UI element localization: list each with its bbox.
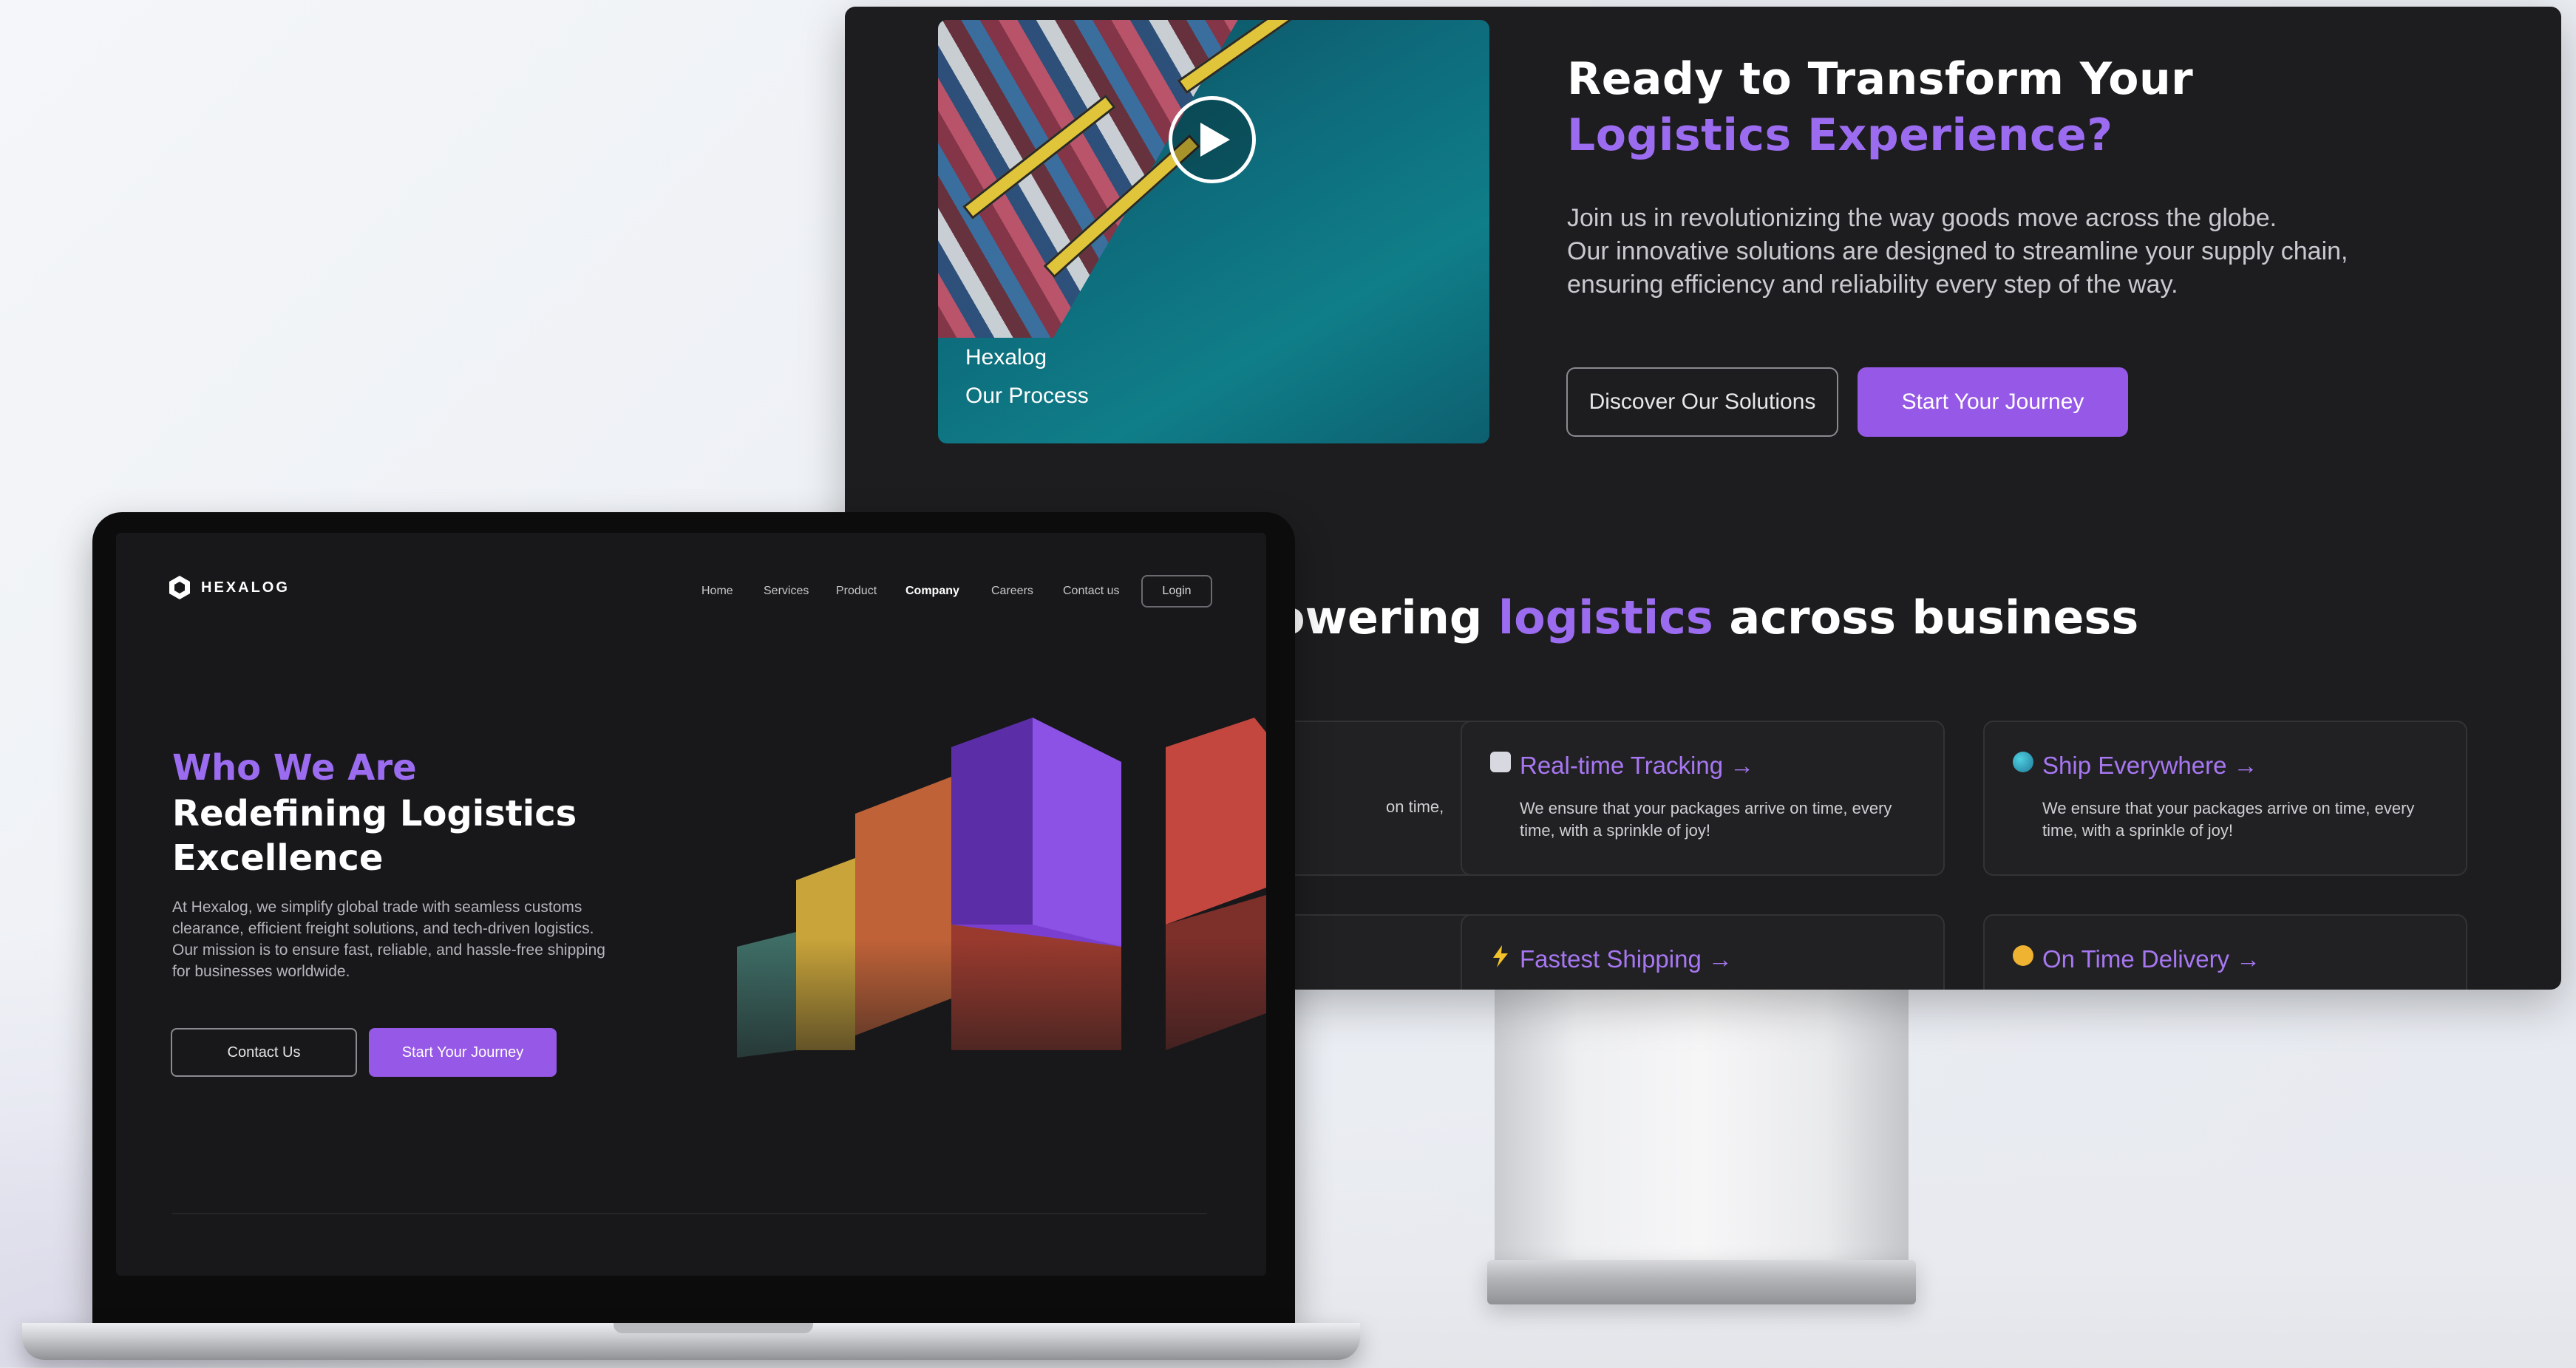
section-heading: owering logistics across business: [1274, 591, 2138, 644]
feature-card-tracking[interactable]: Real-time Tracking → We ensure that your…: [1461, 721, 1945, 876]
nav-services[interactable]: Services: [764, 585, 809, 598]
nav-careers[interactable]: Careers: [991, 585, 1033, 598]
cta-desc-line3: ensuring efficiency and reliability ever…: [1567, 270, 2178, 299]
monitor-stand-base: [1487, 1260, 1916, 1304]
site-logo[interactable]: HEXALOG: [167, 575, 290, 600]
feature-card-ship[interactable]: Ship Everywhere → We ensure that your pa…: [1983, 721, 2467, 876]
contact-us-button[interactable]: Contact Us: [171, 1028, 357, 1077]
start-journey-button[interactable]: Start Your Journey: [369, 1028, 557, 1077]
process-video[interactable]: Hexalog Our Process: [938, 20, 1489, 443]
lightning-icon: [1490, 945, 1511, 967]
laptop-notch: [614, 1323, 813, 1333]
feature-card-desc: We ensure that your packages arrive on t…: [1520, 799, 1892, 840]
play-icon: [1200, 123, 1230, 157]
play-button[interactable]: [1169, 96, 1256, 183]
discover-solutions-button[interactable]: Discover Our Solutions: [1566, 367, 1838, 437]
section-heading-highlight: logistics: [1498, 591, 1713, 644]
laptop: HEXALOG Home Services Product Company Ca…: [92, 512, 1295, 1325]
container-ship-image: [938, 20, 1238, 338]
cta-heading-line1: Ready to Transform Your: [1567, 53, 2194, 105]
feature-card-title: Real-time Tracking →: [1520, 752, 1755, 779]
cta-description: Join us in revolutionizing the way goods…: [1567, 202, 2491, 302]
laptop-base: [22, 1323, 1360, 1360]
hero-eyebrow: Who We Are: [172, 747, 417, 789]
nav-product[interactable]: Product: [836, 585, 877, 598]
hero-headline: Redefining Logistics Excellence: [172, 792, 690, 880]
feature-card-title: Fastest Shipping →: [1520, 945, 1733, 973]
hero-headline-line1: Redefining Logistics: [172, 793, 577, 834]
cta-heading: Ready to Transform Your Logistics Experi…: [1567, 51, 2491, 163]
tracking-icon: [1490, 752, 1511, 772]
feature-card-title: Ship Everywhere →: [2042, 752, 2258, 779]
login-button[interactable]: Login: [1141, 575, 1212, 608]
hexagon-logo-icon: [169, 576, 190, 599]
hero-description: At Hexalog, we simplify global trade wit…: [172, 899, 605, 980]
feature-card-desc: on time,: [1386, 797, 1444, 816]
logo-text: HEXALOG: [201, 579, 290, 596]
stacked-containers-image: [707, 703, 1266, 1132]
laptop-screen: HEXALOG Home Services Product Company Ca…: [116, 533, 1266, 1276]
start-journey-button[interactable]: Start Your Journey: [1858, 367, 2128, 437]
nav-company[interactable]: Company: [905, 585, 959, 598]
cta-desc-line1: Join us in revolutionizing the way goods…: [1567, 204, 2277, 232]
feature-card-desc: We ensure that your packages arrive on t…: [2042, 799, 2415, 840]
cta-heading-line2: Logistics Experience?: [1567, 109, 2113, 161]
section-divider: [172, 1213, 1207, 1214]
feature-card-fastest[interactable]: Fastest Shipping →: [1461, 914, 1945, 990]
globe-icon: [2013, 752, 2033, 772]
nav-contact[interactable]: Contact us: [1063, 585, 1119, 598]
section-heading-suffix: across business: [1729, 591, 2139, 644]
monitor-stand: [1495, 990, 1909, 1263]
video-brand: Hexalog: [965, 345, 1047, 370]
feature-card-title: On Time Delivery →: [2042, 945, 2261, 973]
hero-headline-line2: Excellence: [172, 837, 384, 879]
section-heading-prefix: owering: [1274, 591, 1483, 644]
nav-home[interactable]: Home: [701, 585, 733, 598]
feature-card-ontime[interactable]: On Time Delivery →: [1983, 914, 2467, 990]
cta-desc-line2: Our innovative solutions are designed to…: [1567, 237, 2348, 265]
clock-icon: [2013, 945, 2033, 966]
video-caption: Our Process: [965, 384, 1089, 408]
